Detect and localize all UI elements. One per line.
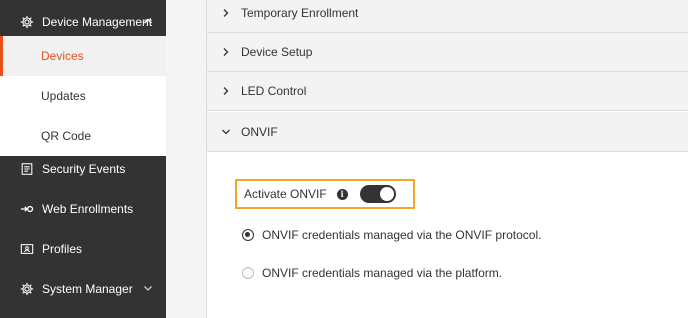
accordion-device-setup[interactable]: Device Setup <box>207 33 688 72</box>
profile-card-icon <box>20 242 34 256</box>
radio-option-onvif-protocol[interactable]: ONVIF credentials managed via the ONVIF … <box>242 227 541 243</box>
radio-option-platform[interactable]: ONVIF credentials managed via the platfo… <box>242 265 502 281</box>
activate-onvif-highlight: Activate ONVIF i <box>235 179 415 209</box>
content-gutter <box>166 0 206 318</box>
toggle-knob <box>379 187 394 201</box>
settings-panel: Temporary Enrollment Device Setup LED Co… <box>206 0 688 318</box>
sidebar-item-system-manager[interactable]: System Manager <box>0 269 166 309</box>
app-root: Device Management Devices Updates QR Cod… <box>0 0 688 318</box>
chevron-down-icon[interactable] <box>142 282 154 294</box>
sidebar-subitem-label: Updates <box>41 89 86 103</box>
accordion-onvif[interactable]: ONVIF <box>207 112 688 152</box>
radio-label: ONVIF credentials managed via the platfo… <box>262 266 503 280</box>
sidebar-item-security-events[interactable]: Security Events <box>0 149 166 189</box>
accordion-label: ONVIF <box>241 124 278 139</box>
sidebar-subitem-updates[interactable]: Updates <box>0 76 166 116</box>
chevron-right-icon <box>221 8 231 18</box>
sidebar-item-label: Profiles <box>42 242 83 256</box>
info-icon[interactable]: i <box>336 188 348 200</box>
list-icon <box>20 162 34 176</box>
enroll-icon <box>20 202 34 216</box>
onvif-content: Activate ONVIF i ONVIF credentials manag… <box>207 152 688 318</box>
activate-onvif-label: Activate ONVIF <box>244 187 327 201</box>
activate-onvif-toggle[interactable] <box>359 185 396 203</box>
chevron-right-icon <box>221 86 231 96</box>
chevron-right-icon <box>221 47 231 57</box>
accordion-label: Temporary Enrollment <box>241 6 359 20</box>
sidebar-item-label: Web Enrollments <box>42 202 134 216</box>
radio-label: ONVIF credentials managed via the ONVIF … <box>262 228 542 242</box>
sidebar-item-label: System Manager <box>42 282 133 296</box>
accordion-label: LED Control <box>241 84 307 98</box>
sidebar-item-web-enrollments[interactable]: Web Enrollments <box>0 189 166 229</box>
radio-button-unchecked[interactable] <box>242 267 254 279</box>
sidebar-item-label: Security Events <box>42 162 126 176</box>
gear-icon <box>20 282 34 296</box>
sidebar-subitem-label: Devices <box>41 49 84 63</box>
sidebar-subitem-devices[interactable]: Devices <box>0 36 166 76</box>
sidebar-subitem-label: QR Code <box>41 129 92 143</box>
gear-icon <box>20 15 34 29</box>
sidebar-item-profiles[interactable]: Profiles <box>0 229 166 269</box>
radio-button-checked[interactable] <box>242 229 254 241</box>
accordion-label: Device Setup <box>241 45 313 59</box>
sidebar-item-label: Device Management <box>42 15 153 29</box>
sidebar: Device Management Devices Updates QR Cod… <box>0 0 166 318</box>
accordion-led-control[interactable]: LED Control <box>207 72 688 111</box>
accordion-temporary-enrollment[interactable]: Temporary Enrollment <box>207 0 688 33</box>
chevron-up-icon[interactable] <box>142 15 154 27</box>
chevron-down-icon <box>221 127 231 137</box>
